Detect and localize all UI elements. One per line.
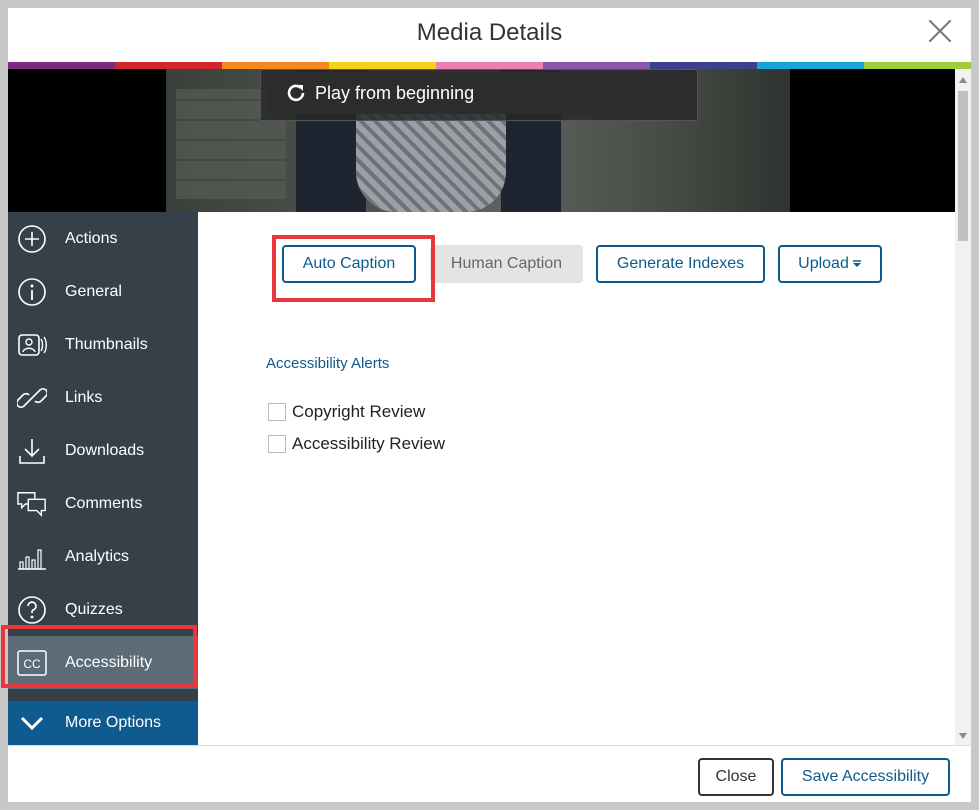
analytics-icon [17,542,47,572]
save-accessibility-button[interactable]: Save Accessibility [781,758,950,796]
sidebar-item-actions[interactable]: Actions [8,212,198,265]
rainbow-segment [650,62,757,69]
copyright-review-label: Copyright Review [292,402,426,421]
plus-circle-icon [17,224,47,254]
upload-button[interactable]: Upload [778,245,882,283]
highlight-accessibility [1,625,197,688]
sidebar-item-label: General [65,282,122,300]
sidebar-item-label: Downloads [65,441,145,459]
dialog-footer: Close Save Accessibility [8,745,971,802]
sidebar-item-label: Quizzes [65,600,123,618]
scroll-down-icon[interactable] [959,733,967,739]
rainbow-segment [115,62,222,69]
sidebar-item-label: Comments [65,494,143,512]
replay-icon [287,84,305,102]
sidebar-item-comments[interactable]: Comments [8,477,198,530]
copyright-review-checkbox[interactable] [268,403,286,421]
dialog-title: Media Details [416,19,563,46]
human-caption-label: Human Caption [450,255,563,272]
rainbow-stripe [8,62,971,69]
rainbow-segment [222,62,329,69]
rainbow-segment [8,62,115,69]
question-icon [17,595,47,625]
more-options-label: More Options [65,714,162,731]
generate-indexes-button[interactable]: Generate Indexes [596,245,765,283]
sidebar-item-thumbnails[interactable]: Thumbnails [8,318,198,371]
scroll-thumb[interactable] [958,91,968,241]
close-icon[interactable] [927,18,953,44]
sidebar-item-general[interactable]: General [8,265,198,318]
comments-icon [17,489,47,519]
sidebar-item-links[interactable]: Links [8,371,198,424]
rainbow-segment [864,62,971,69]
thumbnail-icon [17,330,47,360]
rainbow-segment [436,62,543,69]
human-caption-button[interactable]: Human Caption [430,245,583,283]
accessibility-review-checkbox[interactable] [268,435,286,453]
close-label: Close [715,768,757,785]
video-player[interactable]: Play from beginning [8,69,955,212]
save-label: Save Accessibility [801,768,930,785]
sidebar-item-downloads[interactable]: Downloads [8,424,198,477]
title-bar: Media Details [8,8,971,62]
play-label: Play from beginning [315,82,475,103]
accessibility-review-row[interactable]: Accessibility Review [268,434,445,454]
sidebar-item-label: Actions [65,229,118,247]
accessibility-alerts-title: Accessibility Alerts [266,355,390,372]
download-icon [17,436,47,466]
rainbow-segment [329,62,436,69]
play-from-beginning-button[interactable]: Play from beginning [269,72,689,114]
rainbow-segment [757,62,864,69]
chevron-down-icon [17,708,47,738]
scroll-up-icon[interactable] [959,77,967,83]
close-button[interactable]: Close [698,758,774,796]
caret-down-icon [852,260,861,267]
accessibility-review-label: Accessibility Review [292,434,446,453]
link-icon [17,383,47,413]
more-options-button[interactable]: More Options [8,701,198,745]
rainbow-segment [543,62,650,69]
sidebar-item-label: Analytics [65,547,130,565]
upload-label: Upload [798,255,849,272]
sidebar-item-analytics[interactable]: Analytics [8,530,198,583]
copyright-review-row[interactable]: Copyright Review [268,402,425,422]
highlight-auto-caption [272,235,435,302]
sidebar-item-label: Thumbnails [65,335,148,353]
scrollbar[interactable] [955,69,971,745]
play-overlay: Play from beginning [260,69,698,121]
sidebar-item-label: Links [65,388,103,406]
info-icon [17,277,47,307]
generate-indexes-label: Generate Indexes [616,255,745,272]
